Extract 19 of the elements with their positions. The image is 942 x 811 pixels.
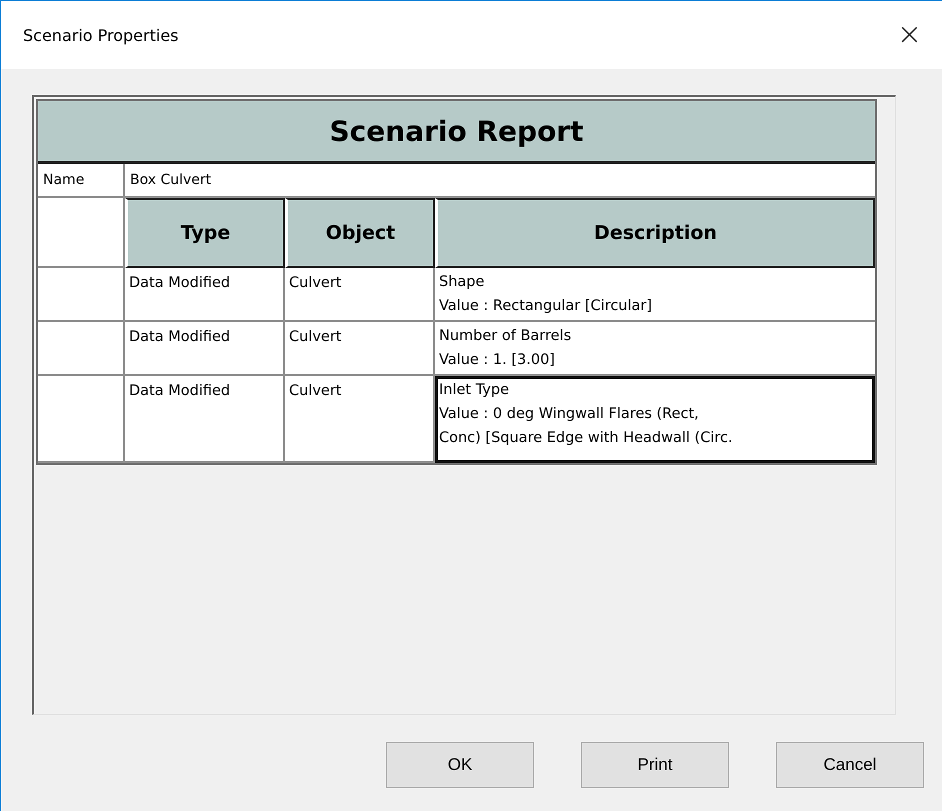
table-cell: Culvert	[285, 268, 435, 322]
table-cell: Culvert	[285, 376, 435, 463]
ok-button[interactable]: OK	[386, 742, 534, 788]
table-cell: Data Modified	[125, 322, 285, 376]
table-cell: Culvert	[285, 322, 435, 376]
column-header: Type	[125, 198, 285, 268]
print-button[interactable]: Print	[581, 742, 729, 788]
table-cell: Data Modified	[125, 376, 285, 463]
description-cell[interactable]: Shape Value : Rectangular [Circular]	[435, 268, 875, 322]
report-title: Scenario Report	[38, 101, 875, 164]
window-title: Scenario Properties	[23, 26, 178, 44]
table-cell: Data Modified	[125, 268, 285, 322]
name-label: Name	[38, 164, 125, 198]
column-header: Object	[285, 198, 435, 268]
column-header: Description	[435, 198, 875, 268]
cancel-button[interactable]: Cancel	[776, 742, 924, 788]
description-cell[interactable]: Number of Barrels Value : 1. [3.00]	[435, 322, 875, 376]
description-cell[interactable]: Inlet Type Value : 0 deg Wingwall Flares (Rect, Conc) [Square Edge with Headwall (Circ.	[435, 376, 875, 463]
close-button[interactable]: ×	[890, 20, 928, 50]
